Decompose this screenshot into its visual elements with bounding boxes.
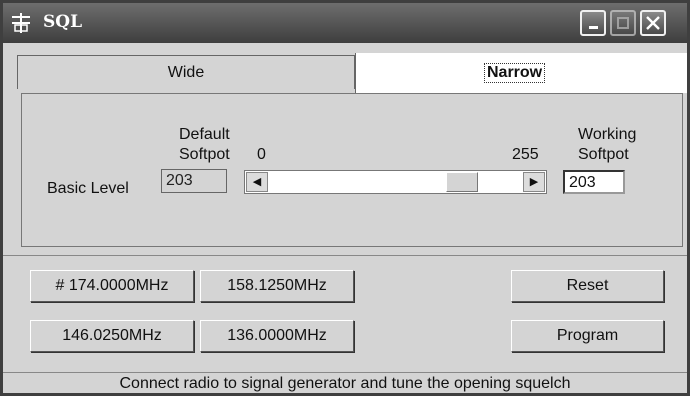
status-bar: Connect radio to signal generator and tu… — [3, 372, 687, 393]
close-icon[interactable] — [640, 10, 666, 36]
working-softpot-field[interactable]: 203 — [563, 170, 625, 194]
freq-button-174[interactable]: # 174.0000MHz — [30, 270, 194, 302]
default-softpot-label-line2: Softpot — [179, 146, 230, 163]
slider-thumb[interactable] — [446, 172, 478, 192]
basic-level-slider[interactable]: ◀ ▶ — [244, 170, 547, 194]
button-area: # 174.0000MHz 158.1250MHz 146.0250MHz 13… — [3, 255, 687, 372]
basic-level-label: Basic Level — [47, 180, 129, 197]
tab-strip: Wide Narrow Default Softpot 0 255 Workin… — [3, 43, 687, 253]
default-softpot-label-line1: Default — [179, 126, 230, 143]
freq-button-158[interactable]: 158.1250MHz — [200, 270, 354, 302]
scroll-left-arrow-icon[interactable]: ◀ — [246, 172, 268, 192]
reset-button[interactable]: Reset — [511, 270, 664, 302]
tab-wide[interactable]: Wide — [17, 55, 355, 89]
minimize-icon[interactable] — [580, 10, 606, 36]
antenna-icon — [12, 13, 30, 33]
default-softpot-field: 203 — [161, 169, 227, 193]
tab-narrow[interactable]: Narrow — [355, 53, 687, 93]
window-title: SQL — [43, 12, 83, 32]
working-softpot-label-line2: Softpot — [578, 146, 629, 163]
slider-max-label: 255 — [512, 146, 539, 163]
freq-button-146[interactable]: 146.0250MHz — [30, 320, 194, 352]
sql-window: SQL Wide Narrow Default Softpot 0 255 Wo… — [0, 0, 690, 396]
scroll-right-arrow-icon[interactable]: ▶ — [523, 172, 545, 192]
working-softpot-label-line1: Working — [578, 126, 637, 143]
freq-button-136[interactable]: 136.0000MHz — [200, 320, 354, 352]
tab-narrow-label: Narrow — [484, 63, 546, 83]
status-text: Connect radio to signal generator and tu… — [119, 375, 571, 392]
maximize-icon — [610, 10, 636, 36]
slider-min-label: 0 — [257, 146, 266, 163]
program-button[interactable]: Program — [511, 320, 664, 352]
tab-wide-label: Wide — [167, 64, 205, 81]
title-bar[interactable]: SQL — [3, 3, 687, 43]
